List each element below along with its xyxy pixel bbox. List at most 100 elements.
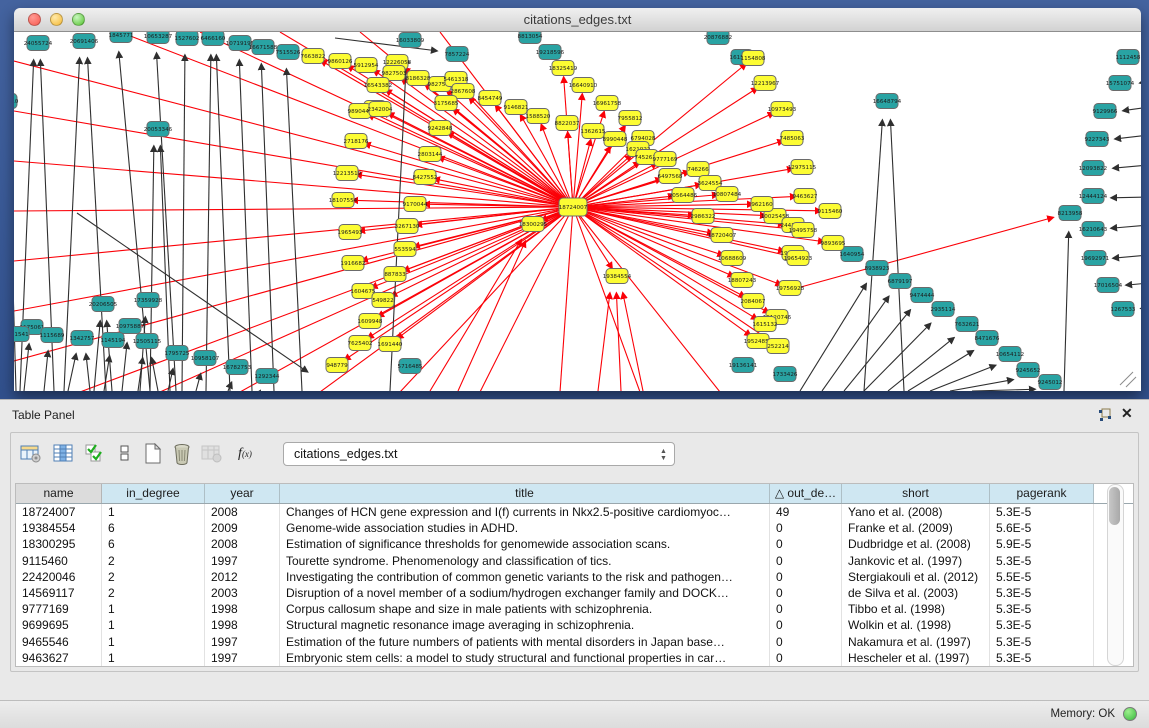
graph-edge[interactable]: [1113, 255, 1141, 258]
table-cell[interactable]: 0: [770, 585, 842, 601]
graph-edge[interactable]: [908, 351, 973, 391]
graph-edge[interactable]: [206, 55, 211, 391]
graph-edge[interactable]: [196, 374, 201, 391]
table-cell[interactable]: 6: [102, 536, 205, 552]
graph-edge[interactable]: [14, 119, 16, 391]
graph-edge[interactable]: [573, 207, 751, 336]
table-cell[interactable]: Corpus callosum shape and size in male p…: [280, 601, 770, 617]
table-cell[interactable]: Jankovic et al. (1997): [842, 553, 990, 569]
function-builder-icon[interactable]: f(x): [233, 441, 257, 467]
graph-edge[interactable]: [414, 207, 573, 247]
table-cell[interactable]: Franke et al. (2009): [842, 520, 990, 536]
table-row[interactable]: 1938455462009Genome-wide association stu…: [16, 520, 1133, 536]
memory-ok-icon[interactable]: [1123, 707, 1137, 721]
table-cell[interactable]: Estimation of significance thresholds fo…: [280, 536, 770, 552]
table-cell[interactable]: 0: [770, 569, 842, 585]
graph-edge[interactable]: [430, 240, 521, 391]
citation-graph[interactable]: 2405572420691406184577110653287152760264…: [14, 32, 1141, 391]
table-vertical-scrollbar[interactable]: [1107, 484, 1124, 666]
table-cell[interactable]: 0: [770, 520, 842, 536]
table-cell[interactable]: 2012: [205, 569, 280, 585]
table-cell[interactable]: 2008: [205, 536, 280, 552]
graph-edge[interactable]: [1113, 165, 1141, 168]
table-cell[interactable]: 19384554: [16, 520, 102, 536]
table-cell[interactable]: 5.3E-5: [990, 601, 1094, 617]
scrollbar-thumb[interactable]: [1109, 487, 1120, 525]
graph-edge[interactable]: [86, 354, 90, 391]
table-cell[interactable]: 5.3E-5: [990, 650, 1094, 666]
table-cell[interactable]: 2008: [205, 504, 280, 520]
table-cell[interactable]: 1: [102, 634, 205, 650]
column-header-title[interactable]: title: [280, 484, 770, 503]
float-panel-icon[interactable]: [1097, 407, 1113, 423]
table-cell[interactable]: 1: [102, 601, 205, 617]
table-cell[interactable]: Investigating the contribution of common…: [280, 569, 770, 585]
graph-edge[interactable]: [24, 344, 29, 391]
graph-edge[interactable]: [623, 293, 643, 391]
table-cell[interactable]: 0: [770, 553, 842, 569]
graph-edge[interactable]: [1111, 225, 1141, 228]
table-row[interactable]: 977716911998Corpus callosum shape and si…: [16, 601, 1133, 617]
table-cell[interactable]: Genome-wide association studies in ADHD.: [280, 520, 770, 536]
table-cell[interactable]: Stergiakouli et al. (2012): [842, 569, 990, 585]
table-cell[interactable]: 0: [770, 634, 842, 650]
table-row[interactable]: 946554611997Estimation of the future num…: [16, 634, 1133, 650]
show-columns-icon[interactable]: [52, 441, 76, 467]
table-row[interactable]: 2242004622012Investigating the contribut…: [16, 569, 1133, 585]
table-cell[interactable]: 5.9E-5: [990, 536, 1094, 552]
table-cell[interactable]: 2003: [205, 585, 280, 601]
table-settings-icon[interactable]: [19, 441, 43, 467]
table-cell[interactable]: 18300295: [16, 536, 102, 552]
table-cell[interactable]: 6: [102, 520, 205, 536]
graph-edge[interactable]: [560, 207, 573, 391]
table-cell[interactable]: 1: [102, 504, 205, 520]
table-cell[interactable]: 0: [770, 601, 842, 617]
graph-edge[interactable]: [122, 343, 127, 391]
graph-edge[interactable]: [68, 354, 76, 391]
graph-edge[interactable]: [286, 69, 302, 391]
table-cell[interactable]: Structural magnetic resonance image aver…: [280, 617, 770, 633]
table-cell[interactable]: Estimation of the future numbers of pati…: [280, 634, 770, 650]
canvas-resize-grip[interactable]: [1120, 372, 1136, 387]
table-cell[interactable]: 1997: [205, 553, 280, 569]
graph-edge[interactable]: [790, 217, 1053, 290]
graph-edge[interactable]: [1126, 283, 1141, 285]
graph-edge[interactable]: [1140, 81, 1141, 83]
node-table[interactable]: namein_degreeyeartitle△ out_de…shortpage…: [15, 483, 1134, 667]
graph-edge[interactable]: [239, 60, 252, 391]
table-cell[interactable]: 22420046: [16, 569, 102, 585]
table-row[interactable]: 1872400712008Changes of HCN gene express…: [16, 504, 1133, 520]
network-canvas[interactable]: 2405572420691406184577110653287152760264…: [14, 32, 1141, 391]
graph-edge[interactable]: [94, 321, 100, 391]
graph-edge[interactable]: [890, 120, 904, 391]
graph-edge[interactable]: [1115, 135, 1141, 139]
table-cell[interactable]: Yano et al. (2008): [842, 504, 990, 520]
graph-edge[interactable]: [391, 207, 573, 296]
table-cell[interactable]: 18724007: [16, 504, 102, 520]
network-window[interactable]: citations_edges.txt 24055724206914061845…: [14, 8, 1141, 391]
table-cell[interactable]: 49: [770, 504, 842, 520]
table-row[interactable]: 946362711997Embryonic stem cells: a mode…: [16, 650, 1133, 666]
column-header-short[interactable]: short: [842, 484, 990, 503]
table-cell[interactable]: 5.3E-5: [990, 504, 1094, 520]
graph-edge[interactable]: [972, 389, 1035, 391]
graph-edge[interactable]: [14, 111, 573, 207]
graph-edge[interactable]: [14, 61, 573, 207]
table-cell[interactable]: 5.3E-5: [990, 634, 1094, 650]
table-cell[interactable]: de Silva et al. (2003): [842, 585, 990, 601]
table-cell[interactable]: 9465546: [16, 634, 102, 650]
graph-edge[interactable]: [573, 207, 640, 391]
column-header-year[interactable]: year: [205, 484, 280, 503]
graph-edge[interactable]: [1123, 107, 1141, 111]
table-cell[interactable]: 1: [102, 617, 205, 633]
close-panel-icon[interactable]: ✕: [1121, 405, 1137, 421]
graph-edge[interactable]: [44, 351, 48, 391]
table-cell[interactable]: Wolkin et al. (1998): [842, 617, 990, 633]
table-cell[interactable]: 14569117: [16, 585, 102, 601]
table-row[interactable]: 969969511998Structural magnetic resonanc…: [16, 617, 1133, 633]
table-cell[interactable]: 2: [102, 569, 205, 585]
column-header-name[interactable]: name: [16, 484, 102, 503]
column-header-out_de[interactable]: △ out_de…: [770, 484, 842, 503]
select-columns-icon[interactable]: [83, 441, 107, 467]
network-window-titlebar[interactable]: citations_edges.txt: [14, 8, 1141, 32]
